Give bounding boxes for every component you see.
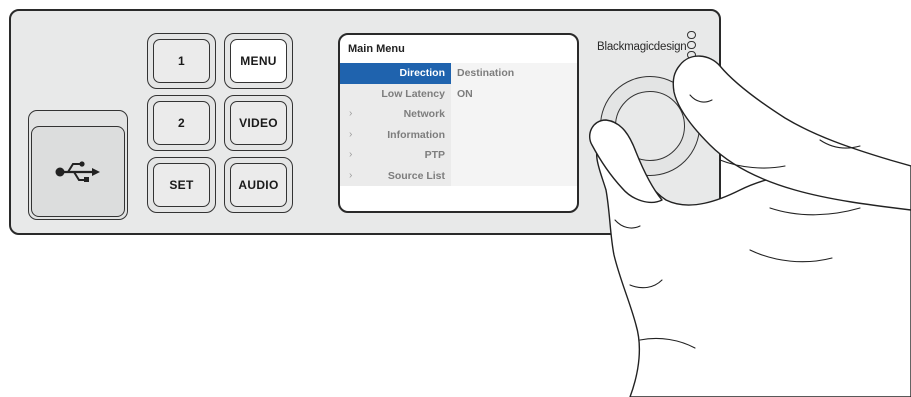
status-led xyxy=(687,31,696,39)
menu-item-value: Destination xyxy=(457,67,515,80)
lcd-screen: Main Menu Direction Destination Low Late… xyxy=(338,33,579,213)
menu-item-label: Low Latency xyxy=(381,87,445,100)
menu-item-label: Information xyxy=(387,128,445,141)
button-1[interactable]: 1 xyxy=(147,33,216,89)
chevron-right-icon: › xyxy=(349,169,353,181)
menu-button[interactable]: MENU xyxy=(224,33,293,89)
video-button-label: VIDEO xyxy=(230,101,287,145)
menu-item-information[interactable]: › Information xyxy=(340,124,577,145)
menu-button-label: MENU xyxy=(230,39,287,83)
screen-title: Main Menu xyxy=(348,43,405,55)
menu-item-label: Source List xyxy=(387,169,445,182)
menu-item-value: ON xyxy=(457,87,473,100)
chevron-right-icon: › xyxy=(349,128,353,140)
menu-item-label: PTP xyxy=(424,149,445,162)
audio-button-label: AUDIO xyxy=(230,163,287,207)
set-button[interactable]: SET xyxy=(147,157,216,213)
menu-list: Direction Destination Low Latency ON › N… xyxy=(340,63,577,186)
menu-item-network[interactable]: › Network xyxy=(340,104,577,125)
video-button[interactable]: VIDEO xyxy=(224,95,293,151)
menu-item-label: Network xyxy=(403,108,445,121)
menu-item-source-list[interactable]: › Source List xyxy=(340,165,577,186)
hand-illustration xyxy=(588,55,911,397)
usb-icon xyxy=(54,159,102,185)
usb-port[interactable] xyxy=(31,126,125,217)
chevron-right-icon: › xyxy=(349,149,353,161)
menu-item-low-latency[interactable]: Low Latency ON xyxy=(340,83,577,104)
audio-button[interactable]: AUDIO xyxy=(224,157,293,213)
button-2-label: 2 xyxy=(153,101,210,145)
menu-item-ptp[interactable]: › PTP xyxy=(340,145,577,166)
menu-item-label: Direction xyxy=(399,67,445,80)
menu-item-direction[interactable]: Direction Destination xyxy=(340,63,577,84)
chevron-right-icon: › xyxy=(349,108,353,120)
set-button-label: SET xyxy=(153,163,210,207)
button-1-label: 1 xyxy=(153,39,210,83)
button-2[interactable]: 2 xyxy=(147,95,216,151)
